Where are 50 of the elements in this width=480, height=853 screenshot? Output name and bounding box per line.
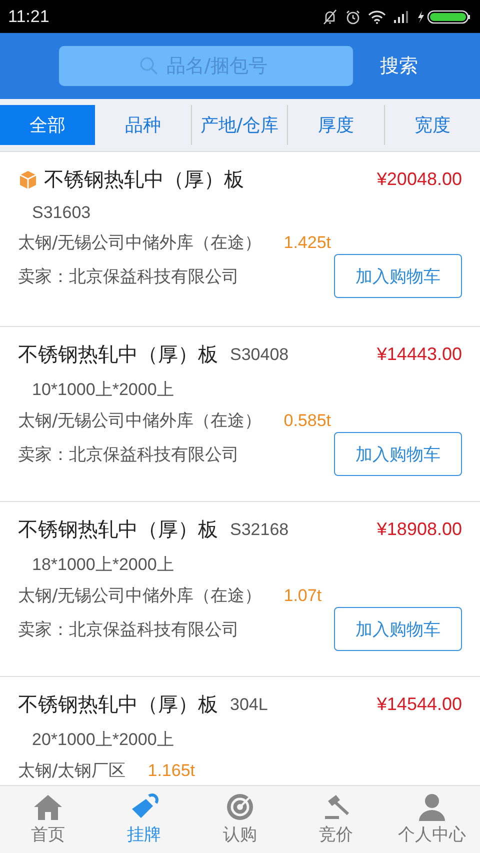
product-price: ¥14443.00 [376,344,462,365]
product-price: ¥18908.00 [376,519,462,540]
product-price: ¥20048.00 [376,169,462,190]
product-spec: S31603 [31,203,92,223]
product-weight: 0.585t [284,410,331,430]
filter-tab[interactable]: 全部 [0,105,96,145]
nav-tab[interactable]: 个人中心 [384,786,480,853]
battery-charging-icon [416,8,472,24]
add-to-cart-button[interactable]: 加入购物车 [334,432,462,476]
product-grade: 304L [230,694,268,714]
warehouse-location: 太钢/太钢厂区 [18,760,126,782]
add-to-cart-button[interactable]: 加入购物车 [334,607,462,651]
product-spec: 18*1000上*2000上 [31,554,175,576]
seller-name: 卖家：北京保益科技有限公司 [18,618,239,640]
bell-off-icon [322,8,338,24]
product-name: 不锈钢热轧中（厚）板 [18,341,218,368]
product-spec: 10*1000上*2000上 [31,379,175,401]
product-name: 不锈钢热轧中（厚）板 [18,691,218,718]
product-name: 不锈钢热轧中（厚）板 [18,516,218,543]
person-icon [417,793,447,821]
filter-tab[interactable]: 厚度 [288,105,384,145]
add-to-cart-button[interactable]: 加入购物车 [334,254,462,298]
search-button[interactable]: 搜索 [378,49,420,83]
product-name: 不锈钢热轧中（厚）板 [44,166,244,193]
warehouse-location: 太钢/无锡公司中储外库（在途） [18,585,262,607]
search-icon [139,56,159,76]
nav-tab[interactable]: 首页 [0,786,96,853]
product-weight: 1.165t [148,760,195,780]
product-grade: S32168 [230,520,289,540]
nav-tab[interactable]: 挂牌 [96,786,192,853]
alarm-icon [345,8,361,24]
home-icon [33,793,63,821]
product-weight: 1.07t [284,586,322,606]
nav-tab[interactable]: 竞价 [288,786,384,853]
product-price: ¥14544.00 [376,694,462,715]
warehouse-location: 太钢/无锡公司中储外库（在途） [18,232,262,254]
filter-tab[interactable]: 品种 [95,105,191,145]
signal-icon [393,10,409,23]
status-time: 11:21 [8,6,50,26]
nav-tab[interactable]: 认购 [192,786,288,853]
warehouse-location: 太钢/无锡公司中储外库（在途） [18,410,262,432]
filter-tab[interactable]: 宽度 [384,105,480,145]
seller-name: 卖家：北京保益科技有限公司 [18,266,239,288]
seller-name: 卖家：北京保益科技有限公司 [18,444,239,466]
product-weight: 1.425t [284,232,331,252]
target-icon [225,793,255,821]
filter-tab[interactable]: 产地/仓库 [192,105,288,145]
product-grade: S30408 [230,344,289,364]
product-spec: 20*1000上*2000上 [31,729,175,751]
wifi-icon [368,10,386,24]
